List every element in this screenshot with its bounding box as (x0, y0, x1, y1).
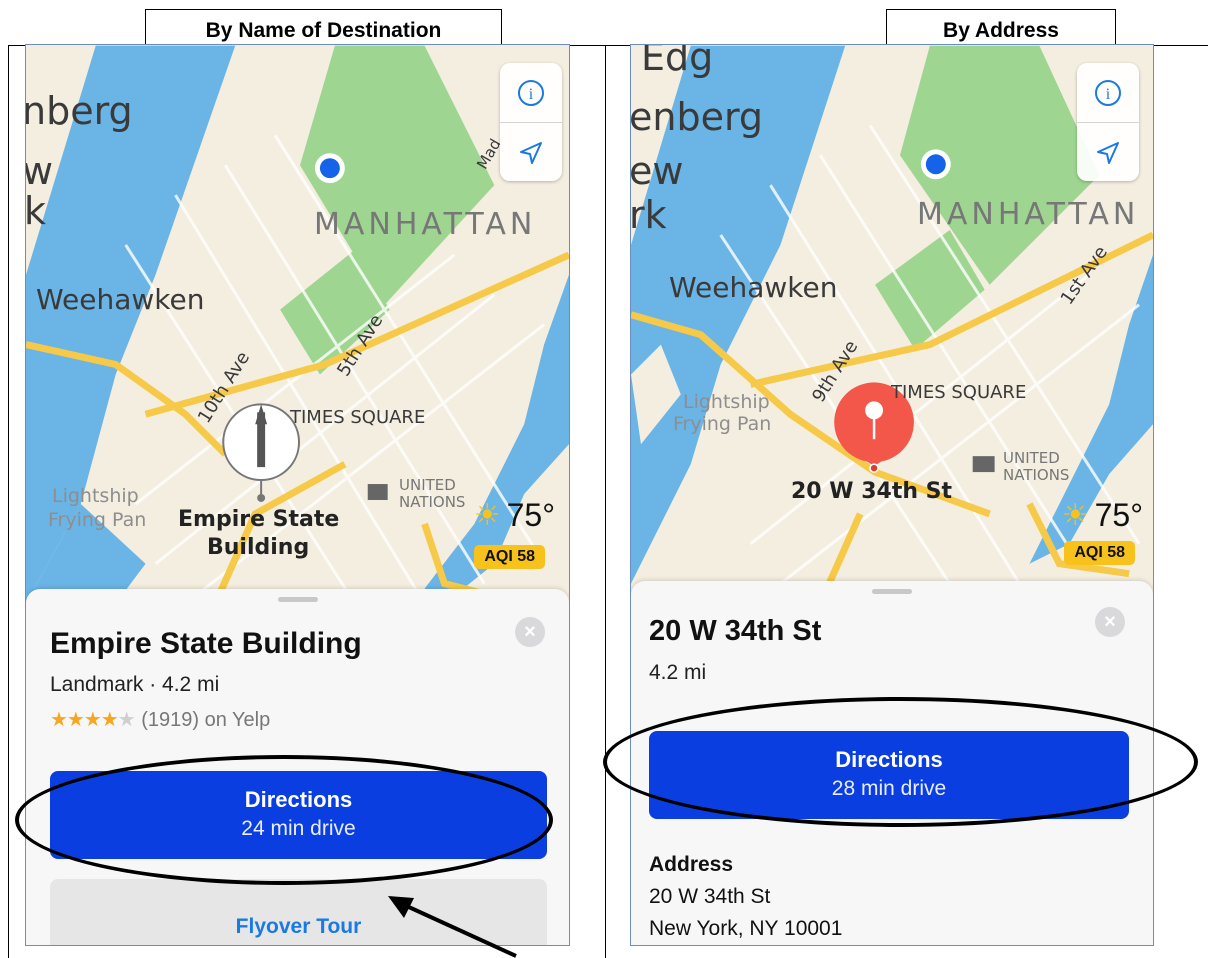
sun-icon: ☀ (1061, 499, 1089, 532)
map-label-empire-state: Empire State (178, 507, 340, 532)
close-button[interactable]: × (1095, 607, 1125, 637)
highlight-ellipse-right (603, 697, 1198, 827)
map-label-berg: nberg (25, 89, 133, 133)
sun-icon: ☀ (473, 499, 501, 532)
map-label-w: w (25, 149, 54, 193)
address-distance: 4.2 mi (649, 661, 707, 684)
temperature: 75° (506, 497, 555, 533)
map-label-frying-pan: Frying Pan (48, 509, 147, 531)
map-label-times-square: TIMES SQUARE (891, 382, 1027, 403)
map-label-berg: enberg (630, 95, 764, 139)
frame-left-line (8, 45, 9, 958)
locate-button[interactable] (500, 123, 562, 182)
map-label-times-square: TIMES SQUARE (290, 407, 426, 428)
info-button[interactable]: i (1077, 63, 1139, 122)
map-label-united: UNITED (399, 476, 456, 494)
map-controls: i (500, 63, 562, 181)
frame-center-line (605, 45, 606, 958)
sheet-grabber[interactable] (872, 589, 912, 594)
map-label-rk: rk (630, 193, 667, 237)
info-icon: i (1095, 79, 1121, 106)
location-arrow-icon (1097, 141, 1119, 164)
address-line-2: New York, NY 10001 (649, 917, 843, 940)
svg-text:i: i (529, 86, 534, 103)
temperature: 75° (1094, 497, 1143, 533)
map-label-weehawken: Weehawken (669, 271, 838, 304)
map-label-nations: NATIONS (399, 493, 466, 511)
info-button[interactable]: i (500, 63, 562, 122)
rating-stars-filled: ★★★★ (50, 709, 119, 731)
place-subtitle: Landmark · 4.2 mi (50, 673, 220, 696)
annotation-arrow (388, 896, 517, 958)
map-label-manhattan: MANHATTAN (314, 207, 537, 242)
weather-widget: ☀ 75° (474, 497, 555, 534)
map-label-ew: ew (630, 149, 684, 193)
info-icon: i (518, 79, 544, 106)
highlight-ellipse-left (15, 755, 553, 885)
map-label-frying-pan: Frying Pan (673, 413, 772, 435)
map-controls: i (1077, 63, 1139, 181)
aqi-badge: AQI 58 (1064, 541, 1135, 565)
map-label-united: UNITED (1003, 449, 1060, 467)
map-label-edg: Edg (641, 44, 714, 79)
map-label-k: k (25, 189, 47, 233)
map-label-nations: NATIONS (1003, 466, 1070, 484)
map-label-manhattan: MANHATTAN (917, 197, 1140, 232)
sheet-grabber[interactable] (277, 597, 318, 602)
address-title: 20 W 34th St (649, 615, 822, 647)
rating-text: (1919) on Yelp (141, 709, 271, 731)
svg-text:i: i (1106, 86, 1111, 103)
locate-button[interactable] (1077, 123, 1139, 182)
place-title: Empire State Building (50, 627, 362, 660)
weather-widget: ☀ 75° (1062, 497, 1143, 534)
map-label-lightship: Lightship (52, 485, 139, 507)
location-arrow-icon (520, 141, 542, 164)
yelp-rating: ★★★★★ (1919) on Yelp (50, 707, 270, 732)
map-label-pin-address: 20 W 34th St (791, 479, 953, 504)
map-label-building: Building (207, 535, 310, 560)
address-section-label: Address (649, 853, 734, 876)
map-label-lightship: Lightship (683, 391, 770, 413)
close-button[interactable]: × (515, 617, 545, 647)
rating-star-empty: ★ (117, 709, 136, 731)
address-line-1: 20 W 34th St (649, 885, 771, 908)
aqi-badge: AQI 58 (474, 545, 545, 569)
map-label-weehawken: Weehawken (36, 283, 205, 316)
